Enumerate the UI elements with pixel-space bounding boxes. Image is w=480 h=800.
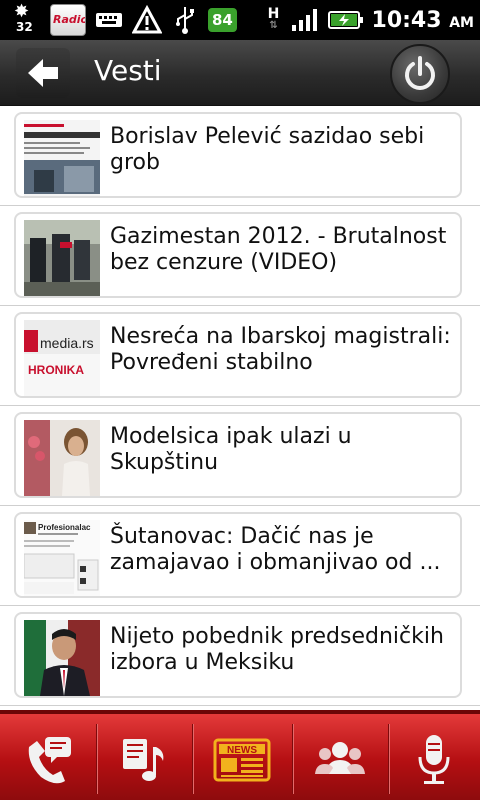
news-item[interactable]: Profesionalac Šutanovac: Dačić nas je za… [0, 506, 480, 606]
music-notes-icon [123, 739, 164, 781]
news-thumbnail-model [24, 420, 100, 496]
news-title: Gazimestan 2012. - Brutalnost bez cenzur… [110, 224, 447, 275]
news-card[interactable]: Profesionalac Šutanovac: Dačić nas je za… [14, 512, 462, 598]
news-title: Modelsica ipak ulazi u Skupštinu [110, 424, 352, 475]
status-bar: ✸ 32 RadioS 84 H ⇅ [0, 0, 480, 40]
news-thumbnail-nieto [24, 620, 100, 696]
battery-charging-icon [327, 11, 363, 29]
people-icon [315, 742, 365, 774]
news-card[interactable]: Modelsica ipak ulazi u Skupštinu [14, 412, 462, 498]
news-item[interactable]: Borislav Pelević sazidao sebi grob [0, 106, 480, 206]
news-title: Šutanovac: Dačić nas je zamajavao i obma… [110, 524, 441, 575]
svg-text:HRONIKA: HRONIKA [28, 363, 84, 377]
keyboard-icon [96, 13, 122, 27]
battery-level-badge: 84 [208, 8, 237, 32]
news-item[interactable]: Gazimestan 2012. - Brutalnost bez cenzur… [0, 206, 480, 306]
weather-temp: 32 [16, 20, 33, 34]
usb-icon [176, 7, 194, 34]
power-icon [405, 56, 435, 90]
back-button[interactable] [16, 48, 70, 98]
news-card[interactable]: media.rs HRONIKA Nesreća na Ibarskoj mag… [14, 312, 462, 398]
news-item[interactable]: media.rs HRONIKA Nesreća na Ibarskoj mag… [0, 306, 480, 406]
news-item[interactable]: Modelsica ipak ulazi u Skupštinu [0, 406, 480, 506]
page-title: Vesti [94, 54, 162, 87]
news-item[interactable]: Nijeto pobednik predsedničkih izbora u M… [0, 606, 480, 706]
news-thumbnail-gazimestan [24, 220, 100, 296]
svg-text:media.rs: media.rs [40, 335, 94, 351]
news-card[interactable]: Borislav Pelević sazidao sebi grob [14, 112, 462, 198]
microphone-icon [418, 735, 450, 784]
signal-strength-icon [291, 9, 317, 31]
nav-news[interactable]: NEWS [192, 720, 292, 800]
clock: 10:43 AM [371, 7, 474, 33]
power-button[interactable] [390, 44, 450, 104]
nav-contacts[interactable] [292, 720, 388, 800]
network-type-icon: H ⇅ [267, 6, 280, 31]
news-icon: NEWS [213, 738, 271, 782]
phone-chat-icon [28, 737, 71, 784]
news-thumbnail-pelevic [24, 120, 100, 196]
svg-text:Profesionalac: Profesionalac [38, 523, 91, 532]
news-card[interactable]: Gazimestan 2012. - Brutalnost bez cenzur… [14, 212, 462, 298]
news-title: Nesreća na Ibarskoj magistrali: Povređen… [110, 324, 451, 375]
news-title: Borislav Pelević sazidao sebi grob [110, 124, 425, 175]
news-title: Nijeto pobednik predsedničkih izbora u M… [110, 624, 444, 675]
news-card[interactable]: Nijeto pobednik predsedničkih izbora u M… [14, 612, 462, 698]
radio-app-icon: RadioS [50, 4, 86, 36]
nav-music[interactable] [96, 720, 192, 800]
back-arrow-icon [28, 59, 58, 87]
warning-icon [132, 5, 162, 34]
news-thumbnail-media-rs-hronika: media.rs HRONIKA [24, 320, 100, 396]
svg-text:NEWS: NEWS [227, 745, 257, 756]
news-list[interactable]: Borislav Pelević sazidao sebi grob Gazim… [0, 106, 480, 710]
nav-calls-chat[interactable] [0, 720, 96, 800]
nav-voice[interactable] [388, 720, 480, 800]
bottom-nav: NEWS [0, 710, 480, 800]
weather-icon: ✸ 32 [14, 1, 33, 35]
news-thumbnail-twitter: Profesionalac [24, 520, 100, 596]
title-bar: Vesti [0, 40, 480, 106]
